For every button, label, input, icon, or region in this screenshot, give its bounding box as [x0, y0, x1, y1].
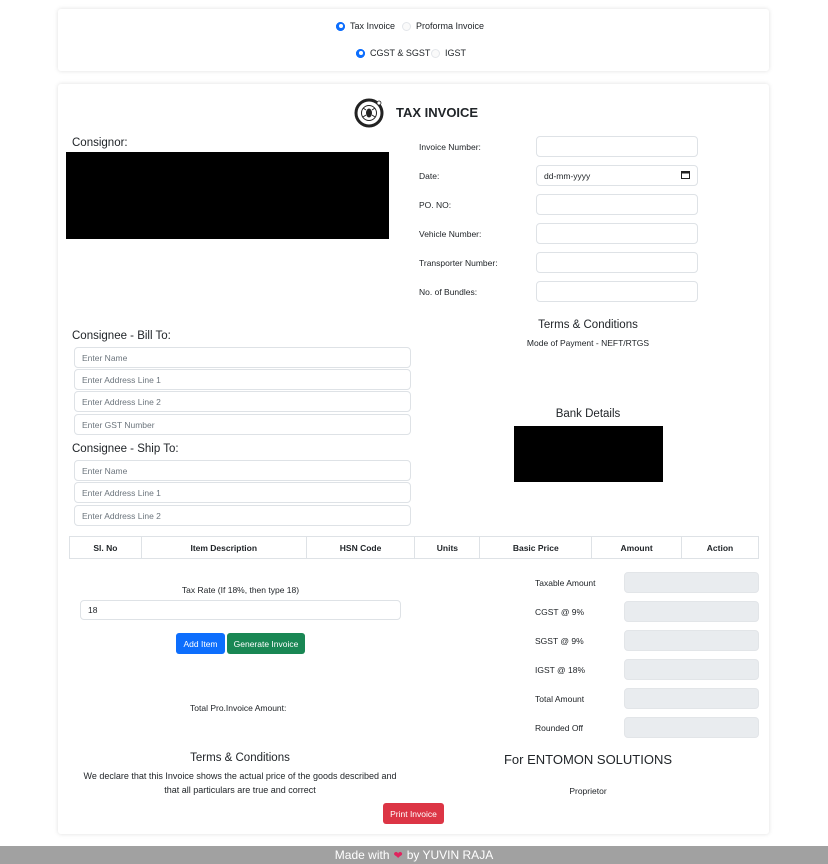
bill-to-name-input[interactable]: Enter Name [74, 347, 411, 368]
date-label: Date: [419, 171, 440, 181]
bill-to-address1-input[interactable]: Enter Address Line 1 [74, 369, 411, 390]
radio-label: CGST & SGST [370, 48, 431, 58]
invoice-number-label: Invoice Number: [419, 142, 481, 152]
radio-unselected-icon[interactable] [431, 48, 440, 58]
radio-label: IGST [445, 48, 467, 58]
page-footer: Made with ❤ by YUVIN RAJA [0, 846, 828, 864]
bank-details-title: Bank Details [555, 408, 621, 420]
add-item-button[interactable]: Add Item [176, 633, 225, 654]
page-title: TAX INVOICE [396, 105, 479, 120]
date-input-value: dd-mm-yyyy [544, 170, 591, 181]
bill-to-address2-input[interactable]: Enter Address Line 2 [74, 391, 411, 412]
terms-declaration-line2: that all particulars are true and correc… [164, 785, 316, 795]
col-sl-no: Sl. No [69, 536, 142, 559]
col-amount: Amount [591, 536, 683, 559]
items-table: Sl. No Item Description HSN Code Units B… [69, 536, 759, 559]
bill-to-gst-input[interactable]: Enter GST Number [74, 414, 411, 435]
total-amount-label: Total Amount [535, 694, 585, 704]
terms-title: Terms & Conditions [538, 319, 638, 331]
igst-field [624, 659, 759, 680]
calendar-icon[interactable] [681, 170, 690, 181]
tax-rate-label: Tax Rate (If 18%, then type 18) [181, 585, 300, 595]
generate-invoice-button[interactable]: Generate Invoice [227, 633, 305, 654]
bill-to-title: Consignee - Bill To: [72, 330, 171, 342]
date-input[interactable]: dd-mm-yyyy [536, 165, 698, 186]
terms-bottom-title: Terms & Conditions [190, 752, 290, 764]
cgst-field [624, 601, 759, 622]
vehicle-number-label: Vehicle Number: [419, 229, 482, 239]
company-signature: For ENTOMON SOLUTIONS [503, 752, 673, 767]
sgst-field [624, 630, 759, 651]
bundles-input[interactable] [536, 281, 698, 302]
invoice-options-card: Tax Invoice Proforma Invoice CGST & SGST… [58, 9, 769, 71]
sgst-label: SGST @ 9% [535, 636, 584, 646]
po-number-label: PO. NO: [419, 200, 452, 210]
col-basic-price: Basic Price [479, 536, 593, 559]
bundles-label: No. of Bundles: [419, 287, 478, 297]
items-table-header: Sl. No Item Description HSN Code Units B… [69, 536, 759, 559]
rounded-off-field [624, 717, 759, 738]
radio-tax-invoice[interactable]: Tax Invoice [336, 21, 395, 31]
taxable-amount-field [624, 572, 759, 593]
ship-to-address2-input[interactable]: Enter Address Line 2 [74, 505, 411, 526]
po-number-input[interactable] [536, 194, 698, 215]
footer-suffix: by YUVIN RAJA [406, 848, 494, 862]
consignor-label: Consignor: [72, 137, 128, 149]
footer-prefix: Made with [334, 848, 390, 862]
taxable-amount-label: Taxable Amount [535, 578, 596, 588]
col-hsn-code: HSN Code [305, 536, 416, 559]
transporter-number-label: Transporter Number: [419, 258, 498, 268]
mode-of-payment: Mode of Payment - NEFT/RTGS [526, 338, 650, 348]
col-item-description: Item Description [140, 536, 307, 559]
terms-declaration-line1: We declare that this Invoice shows the a… [83, 771, 397, 781]
radio-label: Proforma Invoice [416, 21, 485, 31]
proprietor-label: Proprietor [569, 786, 607, 796]
cgst-label: CGST @ 9% [535, 607, 585, 617]
radio-selected-icon[interactable] [356, 48, 365, 58]
radio-cgst-sgst[interactable]: CGST & SGST [356, 48, 430, 58]
heart-icon: ❤ [393, 849, 403, 862]
tax-rate-input[interactable]: 18 [80, 600, 401, 620]
radio-label: Tax Invoice [350, 21, 396, 31]
col-units: Units [414, 536, 481, 559]
total-amount-field [624, 688, 759, 709]
print-invoice-button[interactable]: Print Invoice [383, 803, 444, 824]
consignor-redacted-block [66, 152, 389, 239]
vehicle-number-input[interactable] [536, 223, 698, 244]
col-action: Action [681, 536, 759, 559]
radio-selected-icon[interactable] [336, 21, 345, 31]
transporter-number-input[interactable] [536, 252, 698, 273]
radio-igst[interactable]: IGST [431, 48, 466, 58]
ship-to-address1-input[interactable]: Enter Address Line 1 [74, 482, 411, 503]
invoice-number-input[interactable] [536, 136, 698, 157]
radio-proforma-invoice[interactable]: Proforma Invoice [402, 21, 484, 31]
entomon-logo-icon [354, 98, 384, 128]
radio-unselected-icon[interactable] [402, 21, 411, 31]
ship-to-name-input[interactable]: Enter Name [74, 460, 411, 481]
bank-details-redacted-block [514, 426, 663, 482]
rounded-off-label: Rounded Off [535, 723, 584, 733]
ship-to-title: Consignee - Ship To: [72, 443, 179, 455]
igst-label: IGST @ 18% [535, 665, 586, 675]
total-pro-invoice-label: Total Pro.Invoice Amount: [190, 703, 287, 713]
